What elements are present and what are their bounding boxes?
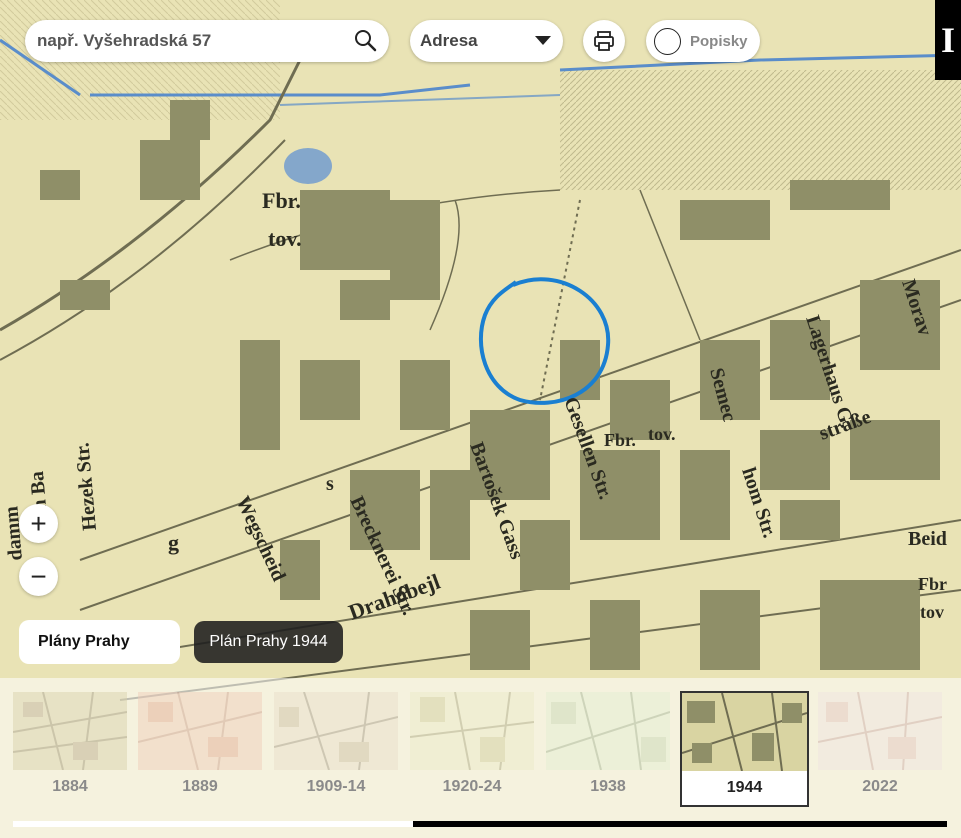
print-button[interactable] [583, 20, 625, 62]
map-thumbnail [682, 693, 807, 771]
search-icon[interactable] [353, 28, 379, 54]
timeline-year: 1938 [590, 778, 626, 795]
labels-toggle-label: Popisky [690, 32, 748, 50]
info-icon: I [940, 20, 955, 60]
timeline-item-1944[interactable]: 1944 [680, 691, 809, 807]
timeline-scrollbar-thumb[interactable] [413, 821, 947, 827]
labels-toggle[interactable]: Popisky [646, 20, 760, 62]
svg-text:Fbr.: Fbr. [262, 188, 301, 213]
map-thumbnail [546, 692, 670, 770]
svg-text:Fbr.: Fbr. [604, 430, 636, 450]
current-plan-label: Plán Prahy 1944 [194, 621, 343, 663]
timeline-year: 1909-14 [306, 778, 366, 795]
map-thumbnail [818, 692, 942, 770]
search-type-value: Adresa [420, 31, 478, 50]
timeline-item-1909-14[interactable]: 1909-14 [274, 692, 398, 802]
plans-button-label: Plány Prahy [38, 633, 130, 650]
timeline-item-1889[interactable]: 1889 [138, 692, 262, 802]
printer-icon [594, 31, 614, 51]
timeline-year: 1944 [726, 779, 763, 796]
zoom-in-button[interactable]: + [19, 504, 58, 543]
svg-text:tov: tov [920, 602, 944, 622]
search-input[interactable] [37, 31, 337, 51]
timeline: 1884 1889 1909-14 1920-24 1938 1944 2022 [0, 678, 961, 838]
svg-text:Beid: Beid [908, 528, 947, 550]
timeline-year: 1920-24 [442, 778, 502, 795]
svg-text:g: g [168, 530, 179, 555]
current-plan-text: Plán Prahy 1944 [209, 633, 328, 650]
svg-text:tov.: tov. [268, 226, 302, 251]
timeline-item-2022[interactable]: 2022 [818, 692, 942, 802]
chevron-down-icon [535, 36, 551, 45]
labels-radio[interactable] [654, 27, 681, 55]
plans-button[interactable]: Plány Prahy [19, 620, 180, 664]
info-button[interactable]: I [935, 0, 961, 80]
zoom-out-button[interactable]: − [19, 557, 58, 596]
search-box [25, 20, 389, 62]
svg-text:Fbr: Fbr [918, 574, 947, 594]
svg-text:tov.: tov. [648, 424, 676, 444]
svg-text:s: s [326, 473, 334, 495]
map-thumbnail [138, 692, 262, 770]
timeline-year: 2022 [862, 778, 898, 795]
timeline-year: 1889 [182, 778, 218, 795]
minus-icon: − [30, 560, 47, 592]
map-thumbnail [410, 692, 534, 770]
map-thumbnail [274, 692, 398, 770]
timeline-item-1920-24[interactable]: 1920-24 [410, 692, 534, 802]
timeline-year: 1884 [52, 778, 88, 795]
search-type-select[interactable]: Adresa [410, 20, 563, 62]
timeline-item-1938[interactable]: 1938 [546, 692, 670, 802]
timeline-item-1884[interactable]: 1884 [13, 692, 127, 802]
map-thumbnail [13, 692, 127, 770]
plus-icon: + [30, 507, 47, 539]
